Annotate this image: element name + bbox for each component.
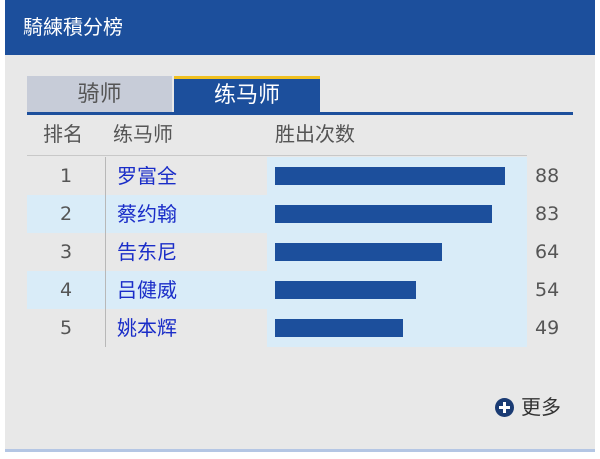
table-row: 2 蔡约翰 83 bbox=[27, 195, 559, 233]
win-count: 83 bbox=[535, 203, 560, 225]
row-separator bbox=[105, 271, 106, 309]
panel-title: 騎練積分榜 bbox=[23, 15, 123, 39]
table-row: 4 吕健威 54 bbox=[27, 271, 559, 309]
win-bar bbox=[275, 167, 505, 185]
trainer-name-link[interactable]: 吕健威 bbox=[117, 271, 177, 309]
win-bar bbox=[275, 281, 416, 299]
tab-jockey[interactable]: 骑师 bbox=[27, 76, 172, 114]
table-row: 3 告东尼 64 bbox=[27, 233, 559, 271]
column-header-trainer: 练马师 bbox=[113, 122, 173, 146]
row-separator bbox=[105, 195, 106, 233]
row-separator bbox=[105, 233, 106, 271]
more-label: 更多 bbox=[521, 395, 561, 419]
table-row: 5 姚本辉 49 bbox=[27, 309, 559, 347]
trainer-name-link[interactable]: 蔡约翰 bbox=[117, 195, 177, 233]
row-rank: 2 bbox=[59, 203, 73, 225]
row-separator bbox=[105, 157, 106, 195]
tab-trainer[interactable]: 练马师 bbox=[174, 76, 320, 114]
row-separator bbox=[105, 309, 106, 347]
table-row: 1 罗富全 88 bbox=[27, 157, 559, 195]
row-rank: 1 bbox=[59, 165, 73, 187]
trainer-name-link[interactable]: 告东尼 bbox=[117, 233, 177, 271]
win-bar bbox=[275, 243, 442, 261]
plus-circle-icon bbox=[495, 398, 514, 417]
win-count: 88 bbox=[535, 165, 560, 187]
win-bar bbox=[275, 205, 492, 223]
trainer-name-link[interactable]: 罗富全 bbox=[117, 157, 177, 195]
panel-header: 騎練積分榜 bbox=[5, 0, 595, 55]
row-rank: 4 bbox=[59, 279, 73, 301]
win-bar bbox=[275, 319, 403, 337]
win-count: 64 bbox=[535, 241, 560, 263]
column-header-rank: 排名 bbox=[43, 122, 83, 146]
header-divider bbox=[27, 155, 527, 156]
row-rank: 5 bbox=[59, 317, 73, 339]
win-count: 54 bbox=[535, 279, 560, 301]
leaderboard-panel: 騎練積分榜 骑师 练马师 排名 练马师 胜出次数 1 罗富全 88 2 蔡约翰 83 3 告东… bbox=[5, 0, 595, 452]
column-header-wins: 胜出次数 bbox=[275, 122, 355, 146]
ranking-table: 1 罗富全 88 2 蔡约翰 83 3 告东尼 64 4 吕健威 54 5 姚本辉 49 bbox=[27, 157, 559, 347]
row-rank: 3 bbox=[59, 241, 73, 263]
win-count: 49 bbox=[535, 317, 560, 339]
trainer-name-link[interactable]: 姚本辉 bbox=[117, 309, 177, 347]
tab-underline bbox=[27, 112, 573, 115]
